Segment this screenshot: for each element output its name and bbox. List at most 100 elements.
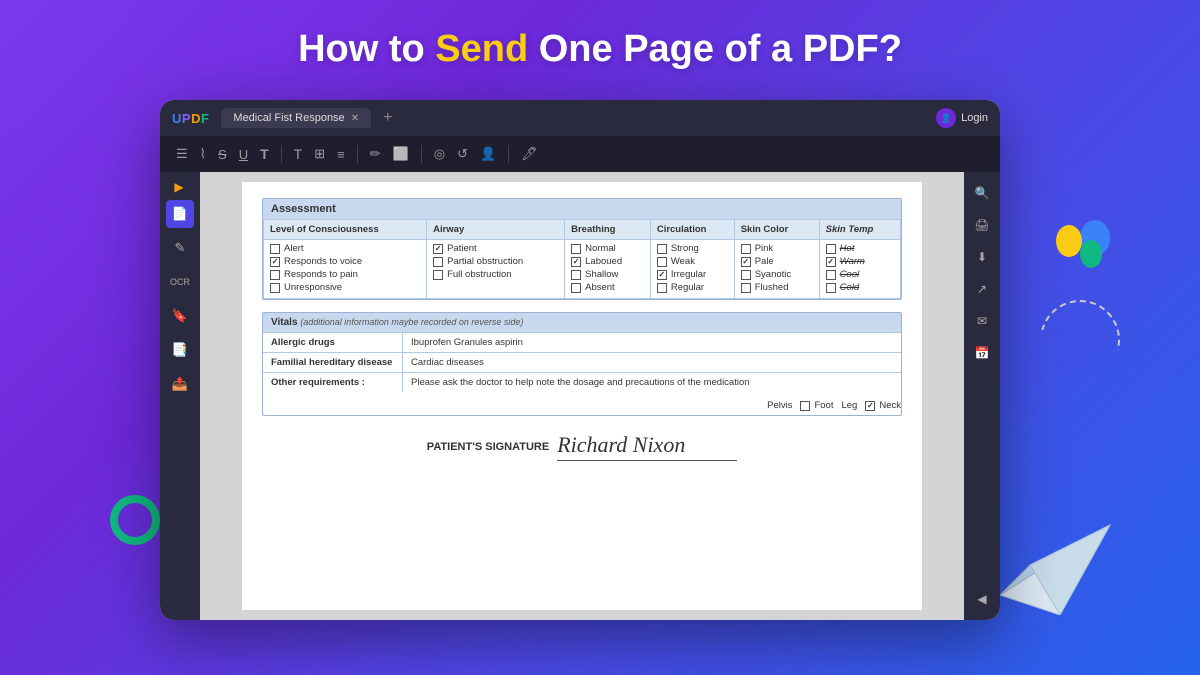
checkbox-warm[interactable]: [826, 257, 836, 267]
vitals-section: Vitals (additional information maybe rec…: [262, 312, 902, 416]
document-tab[interactable]: Medical Fist Response ✕: [221, 108, 371, 128]
vitals-row-hereditary: Familial hereditary disease Cardiac dise…: [263, 352, 901, 372]
checkbox-neck[interactable]: [865, 401, 875, 411]
check-irregular: Irregular: [657, 269, 728, 280]
col-header-skin-color: Skin Color: [734, 220, 819, 240]
paper-plane-decoration: [990, 505, 1120, 615]
check-hot: Hot: [826, 243, 894, 254]
toolbar-circle-icon[interactable]: ◎: [434, 146, 445, 162]
checkbox-partial-obstruction[interactable]: [433, 257, 443, 267]
toolbar-divider-3: [421, 145, 422, 163]
sidebar-arrow-icon: ▶: [174, 180, 183, 194]
skin-color-cell: Pink Pale Syanotic: [734, 240, 819, 299]
foot-label: Foot: [814, 400, 833, 411]
checkbox-laboued[interactable]: [571, 257, 581, 267]
checkbox-cool[interactable]: [826, 270, 836, 280]
toolbar-text2-icon[interactable]: T: [294, 146, 303, 162]
signature-line: Richard Nixon: [557, 432, 737, 461]
toolbar-text-icon[interactable]: T: [260, 146, 269, 162]
toolbar-undo-icon[interactable]: ↺: [457, 146, 468, 162]
right-sidebar-download-icon[interactable]: ⬇: [969, 244, 995, 270]
toolbar-underline-icon[interactable]: U: [239, 147, 248, 162]
checkbox-responds-pain[interactable]: [270, 270, 280, 280]
sidebar-layers-icon[interactable]: 📑: [166, 336, 194, 364]
assessment-section: Assessment Level of Consciousness Airway…: [262, 198, 902, 300]
check-shallow: Shallow: [571, 269, 644, 280]
check-flushed: Flushed: [741, 282, 813, 293]
right-sidebar-printer-icon[interactable]: 🖨: [969, 212, 995, 238]
toolbar-menu-icon[interactable]: ☰: [176, 146, 188, 162]
right-sidebar-mail-icon[interactable]: ✉: [969, 308, 995, 334]
tab-close-icon[interactable]: ✕: [351, 113, 359, 124]
toolbar-shape-icon[interactable]: ⬜: [393, 146, 409, 162]
pdf-content-area: Assessment Level of Consciousness Airway…: [200, 172, 964, 620]
checkbox-syanotic[interactable]: [741, 270, 751, 280]
check-laboued: Laboued: [571, 256, 644, 267]
toolbar-stamp-icon[interactable]: 🖊: [521, 146, 538, 162]
checkbox-cold[interactable]: [826, 283, 836, 293]
checkbox-regular[interactable]: [657, 283, 667, 293]
sidebar-export-icon[interactable]: 📤: [166, 370, 194, 398]
body-checks-row: Pelvis Foot Leg Neck: [263, 396, 901, 415]
right-sidebar-arrow-icon[interactable]: ◀: [969, 586, 995, 612]
check-normal: Normal: [571, 243, 644, 254]
checkbox-foot[interactable]: [800, 401, 810, 411]
right-sidebar-calendar-icon[interactable]: 📅: [969, 340, 995, 366]
checkbox-pink[interactable]: [741, 244, 751, 254]
check-alert: Alert: [270, 243, 420, 254]
consciousness-cell: Alert Responds to voice Responds to pain: [264, 240, 427, 299]
col-header-consciousness: Level of Consciousness: [264, 220, 427, 240]
signature-text: Richard Nixon: [557, 432, 685, 457]
check-syanotic: Syanotic: [741, 269, 813, 280]
check-responds-pain: Responds to pain: [270, 269, 420, 280]
check-weak: Weak: [657, 256, 728, 267]
sidebar-ocr-icon[interactable]: OCR: [166, 268, 194, 296]
checkbox-strong[interactable]: [657, 244, 667, 254]
check-strong: Strong: [657, 243, 728, 254]
balloon-blue: [1080, 220, 1110, 256]
toolbar-table-icon[interactable]: ⊞: [314, 146, 325, 162]
checkbox-flushed[interactable]: [741, 283, 751, 293]
circulation-cell: Strong Weak Irregular: [650, 240, 734, 299]
new-tab-icon[interactable]: +: [383, 109, 392, 127]
right-sidebar-search-icon[interactable]: 🔍: [969, 180, 995, 206]
assessment-row-1: Alert Responds to voice Responds to pain: [264, 240, 901, 299]
app-window: UPDF Medical Fist Response ✕ + 👤 Login ☰…: [160, 100, 1000, 620]
sidebar-bookmark-icon[interactable]: 🔖: [166, 302, 194, 330]
checkbox-absent[interactable]: [571, 283, 581, 293]
checkbox-patient[interactable]: [433, 244, 443, 254]
check-full-obstruction: Full obstruction: [433, 269, 558, 280]
skin-temp-cell: Hot Warm Cool: [819, 240, 900, 299]
checkbox-shallow[interactable]: [571, 270, 581, 280]
vitals-title: Vitals: [271, 317, 298, 328]
assessment-table: Level of Consciousness Airway Breathing …: [263, 219, 901, 299]
col-header-circulation: Circulation: [650, 220, 734, 240]
toolbar-list-icon[interactable]: ≡: [337, 147, 345, 162]
toolbar-edit-icon[interactable]: ⌇: [200, 146, 206, 162]
main-area: ▶ 📄 ✎ OCR 🔖 📑 📤 Assessment Level of Cons…: [160, 172, 1000, 620]
checkbox-irregular[interactable]: [657, 270, 667, 280]
checkbox-alert[interactable]: [270, 244, 280, 254]
checkbox-weak[interactable]: [657, 257, 667, 267]
toolbar-divider-4: [508, 145, 509, 163]
checkbox-responds-voice[interactable]: [270, 257, 280, 267]
checkbox-hot[interactable]: [826, 244, 836, 254]
sidebar-page-icon[interactable]: 📄: [166, 200, 194, 228]
toolbar-user-icon[interactable]: 👤: [480, 146, 496, 162]
dashed-arc-decoration: [1025, 285, 1134, 394]
page-heading: How to Send One Page of a PDF?: [298, 28, 902, 71]
airway-cell: Patient Partial obstruction Full obstruc…: [427, 240, 565, 299]
checkbox-pale[interactable]: [741, 257, 751, 267]
checkbox-unresponsive[interactable]: [270, 283, 280, 293]
toolbar-pen-icon[interactable]: ✏: [370, 146, 381, 162]
login-button[interactable]: 👤 Login: [936, 108, 988, 128]
check-absent: Absent: [571, 282, 644, 293]
checkbox-normal[interactable]: [571, 244, 581, 254]
vitals-subtitle: (additional information maybe recorded o…: [300, 317, 523, 327]
toolbar-strikethrough-icon[interactable]: S: [218, 147, 227, 162]
check-cold: Cold: [826, 282, 894, 293]
right-sidebar-share-icon[interactable]: ↗: [969, 276, 995, 302]
checkbox-full-obstruction[interactable]: [433, 270, 443, 280]
sidebar-edit-icon[interactable]: ✎: [166, 234, 194, 262]
vitals-value-hereditary: Cardiac diseases: [403, 353, 901, 372]
